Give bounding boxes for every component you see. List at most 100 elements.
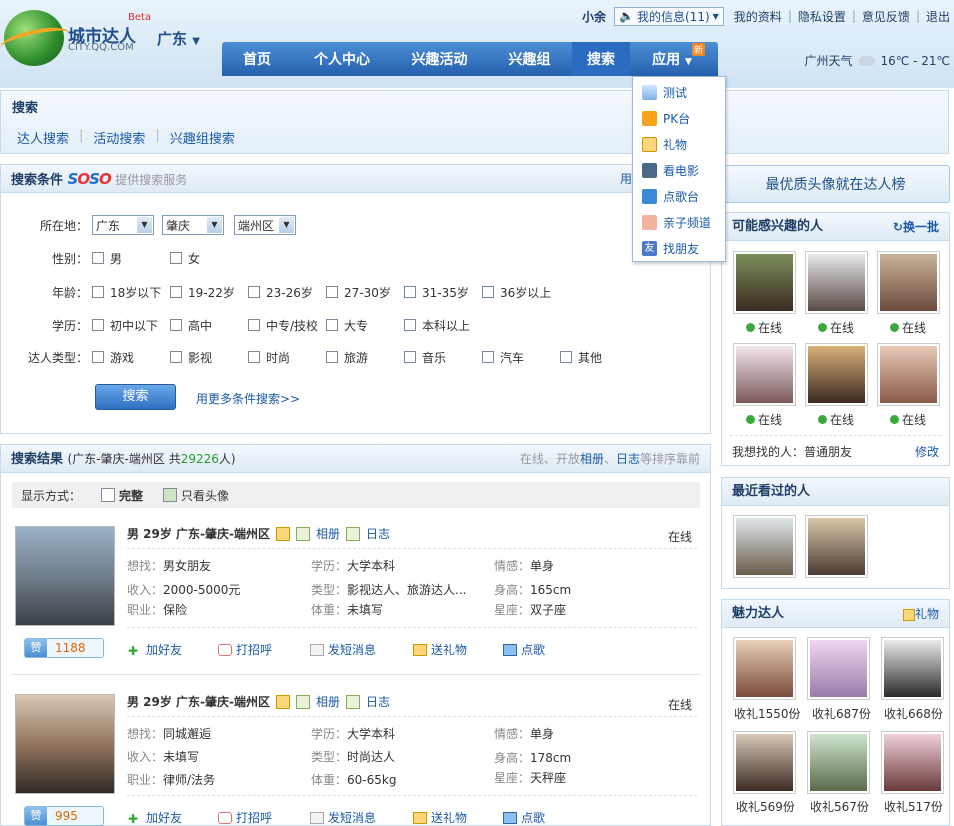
menu-item-gift[interactable]: 礼物 <box>633 131 725 157</box>
menu-item-test[interactable]: 测试 <box>633 79 725 105</box>
person-thumb[interactable] <box>805 251 868 314</box>
age-option[interactable]: 27-30岁 <box>326 284 404 301</box>
gender-female-option[interactable]: 女 <box>170 250 200 267</box>
checkbox[interactable] <box>170 286 182 298</box>
checkbox[interactable] <box>170 252 182 264</box>
checkbox[interactable] <box>326 286 338 298</box>
tab-activity-search[interactable]: 活动搜索 <box>83 128 155 147</box>
edit-link[interactable]: 修改 <box>915 443 939 460</box>
district-select[interactable]: 端州区 ▼ <box>234 215 296 235</box>
checkbox[interactable] <box>404 319 416 331</box>
checkbox[interactable] <box>92 319 104 331</box>
type-option[interactable]: 汽车 <box>482 349 560 366</box>
menu-item-song[interactable]: 点歌台 <box>633 183 725 209</box>
checkbox[interactable] <box>170 351 182 363</box>
add-friend-button[interactable]: ✚ 加好友 <box>128 809 182 826</box>
checkbox[interactable] <box>248 319 260 331</box>
greet-button[interactable]: 打招呼 <box>218 809 272 826</box>
checkbox[interactable] <box>248 351 260 363</box>
tab-people-search[interactable]: 达人搜索 <box>7 128 79 147</box>
weather-city[interactable]: 广州天气 <box>805 52 853 69</box>
charm-thumb[interactable] <box>807 637 870 700</box>
checkbox[interactable] <box>404 351 416 363</box>
age-option[interactable]: 18岁以下 <box>92 284 170 301</box>
recent-thumb[interactable] <box>805 515 868 578</box>
checkbox[interactable] <box>326 351 338 363</box>
menu-item-movie[interactable]: 看电影 <box>633 157 725 183</box>
charm-thumb[interactable] <box>733 637 796 700</box>
gender-male-option[interactable]: 男 <box>92 250 170 267</box>
diary-link[interactable]: 日志 <box>366 693 390 710</box>
checkbox[interactable] <box>404 286 416 298</box>
province-select[interactable]: 广东 ▼ <box>92 215 154 235</box>
diary-link[interactable]: 日志 <box>366 525 390 542</box>
result-avatar[interactable] <box>15 694 115 794</box>
more-conditions-link[interactable]: 用更多条件搜索>> <box>196 390 300 407</box>
person-thumb[interactable] <box>733 251 796 314</box>
conditions-right-link[interactable]: 用 <box>620 165 632 193</box>
charm-thumb[interactable] <box>733 731 796 794</box>
checkbox[interactable] <box>248 286 260 298</box>
greet-button[interactable]: 打招呼 <box>218 641 272 658</box>
menu-item-family[interactable]: 亲子频道 <box>633 209 725 235</box>
person-thumb[interactable] <box>877 251 940 314</box>
song-button[interactable]: 点歌 <box>503 641 545 658</box>
album-link[interactable]: 相册 <box>316 693 340 710</box>
checkbox[interactable] <box>92 286 104 298</box>
search-button[interactable]: 搜索 <box>95 384 176 410</box>
menu-item-pk[interactable]: PK台 <box>633 105 725 131</box>
my-info-dropdown[interactable]: 🔈 我的信息(11) ▼ <box>614 6 724 26</box>
checkbox[interactable] <box>482 286 494 298</box>
age-option[interactable]: 19-22岁 <box>170 284 248 301</box>
album-link[interactable]: 相册 <box>316 525 340 542</box>
city-selector[interactable]: 广东 ▼ <box>157 28 200 49</box>
edu-option[interactable]: 大专 <box>326 317 404 334</box>
charm-thumb[interactable] <box>881 731 944 794</box>
charm-thumb[interactable] <box>807 731 870 794</box>
link-privacy[interactable]: 隐私设置 <box>798 8 846 25</box>
gift-button[interactable]: 送礼物 <box>413 641 467 658</box>
gift-button[interactable]: 送礼物 <box>413 809 467 826</box>
age-option[interactable]: 23-26岁 <box>248 284 326 301</box>
gift-link[interactable]: 礼物 <box>902 600 939 628</box>
nav-groups[interactable]: 兴趣组 <box>487 42 572 76</box>
refresh-button[interactable]: ↻换一批 <box>893 213 939 241</box>
result-avatar[interactable] <box>15 526 115 626</box>
checkbox[interactable] <box>326 319 338 331</box>
user-name[interactable]: 小余 <box>582 8 606 25</box>
type-option[interactable]: 时尚 <box>248 349 326 366</box>
sort-album-link[interactable]: 相册 <box>580 452 604 466</box>
age-option[interactable]: 31-35岁 <box>404 284 482 301</box>
nav-home[interactable]: 首页 <box>222 42 292 76</box>
checkbox[interactable] <box>92 252 104 264</box>
type-option[interactable]: 音乐 <box>404 349 482 366</box>
person-thumb[interactable] <box>805 343 868 406</box>
like-button[interactable]: 赞 1188 <box>24 638 104 658</box>
city-select[interactable]: 肇庆 ▼ <box>162 215 224 235</box>
menu-item-find-friend[interactable]: 友找朋友 <box>633 235 725 261</box>
result-basic-info[interactable]: 男 29岁 广东-肇庆-端州区 <box>127 525 270 542</box>
link-profile[interactable]: 我的资料 <box>734 8 782 25</box>
edu-option[interactable]: 初中以下 <box>92 317 170 334</box>
person-thumb[interactable] <box>733 343 796 406</box>
like-button[interactable]: 赞 995 <box>24 806 104 826</box>
top-avatar-banner[interactable]: 最优质头像就在达人榜 <box>721 165 950 203</box>
type-option[interactable]: 其他 <box>560 349 602 366</box>
nav-personal[interactable]: 个人中心 <box>292 42 392 76</box>
link-logout[interactable]: 退出 <box>926 8 950 25</box>
message-button[interactable]: 发短消息 <box>310 809 376 826</box>
checkbox[interactable] <box>482 351 494 363</box>
charm-thumb[interactable] <box>881 637 944 700</box>
message-button[interactable]: 发短消息 <box>310 641 376 658</box>
person-thumb[interactable] <box>877 343 940 406</box>
song-button[interactable]: 点歌 <box>503 809 545 826</box>
type-option[interactable]: 旅游 <box>326 349 404 366</box>
add-friend-button[interactable]: ✚ 加好友 <box>128 641 182 658</box>
result-basic-info[interactable]: 男 29岁 广东-肇庆-端州区 <box>127 693 270 710</box>
nav-search[interactable]: 搜索 <box>572 42 630 76</box>
display-full-option[interactable]: 完整 <box>119 487 143 504</box>
checkbox[interactable] <box>560 351 572 363</box>
checkbox[interactable] <box>92 351 104 363</box>
tab-group-search[interactable]: 兴趣组搜索 <box>160 128 245 147</box>
edu-option[interactable]: 中专/技校 <box>248 317 326 334</box>
